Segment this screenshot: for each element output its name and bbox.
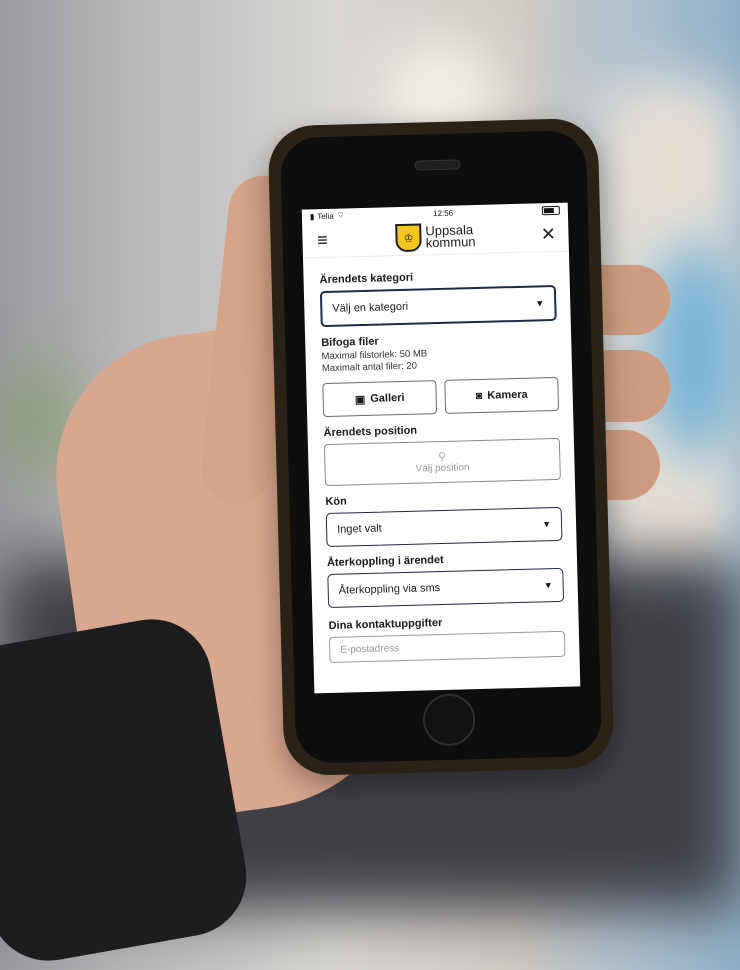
phone: ▮ Telia ⌔ 12:56 ≡ ♔ Uppsala kommun ✕ Äre… [267, 117, 615, 777]
position-placeholder: Välj position [415, 462, 470, 475]
camera-button-label: Kamera [487, 388, 528, 402]
gender-label: Kön [325, 495, 347, 509]
form: Ärendets kategori Välj en kategori ▼ Bif… [303, 252, 580, 664]
category-label: Ärendets kategori [319, 271, 414, 287]
caret-down-icon: ▼ [543, 580, 553, 591]
wifi-icon: ⌔ [336, 210, 345, 220]
logo: ♔ Uppsala kommun [395, 222, 476, 253]
email-placeholder: E-postadress [340, 642, 400, 656]
gender-value: Inget valt [336, 522, 382, 536]
feedback-value: Återkoppling via sms [338, 582, 441, 597]
email-field[interactable]: E-postadress [328, 630, 566, 663]
feedback-label: Återkoppling i ärendet [326, 553, 444, 570]
camera-icon: ◙ [475, 389, 483, 403]
camera-button[interactable]: ◙ Kamera [444, 376, 560, 414]
position-picker[interactable]: ⚲ Välj position [323, 437, 561, 487]
image-icon: ▣ [354, 393, 366, 406]
caret-down-icon: ▼ [535, 298, 545, 309]
close-icon[interactable]: ✕ [538, 223, 559, 245]
category-select[interactable]: Välj en kategori ▼ [319, 284, 557, 328]
status-time: 12:56 [432, 208, 454, 218]
crest-icon: ♔ [395, 223, 422, 253]
phone-bezel: ▮ Telia ⌔ 12:56 ≡ ♔ Uppsala kommun ✕ Äre… [279, 130, 603, 764]
speaker [414, 159, 461, 171]
location-pin-icon: ⚲ [438, 450, 447, 464]
caret-down-icon: ▼ [542, 519, 552, 530]
signal-icon: ▮ [309, 211, 315, 221]
gallery-button[interactable]: ▣ Galleri [322, 380, 438, 418]
contact-label: Dina kontaktuppgifter [328, 617, 443, 633]
logo-line2: kommun [425, 234, 476, 251]
gender-select[interactable]: Inget valt ▼ [325, 506, 563, 548]
carrier-name: Telia [317, 211, 334, 221]
battery-icon [541, 205, 560, 215]
home-button[interactable] [422, 693, 476, 747]
phone-screen: ▮ Telia ⌔ 12:56 ≡ ♔ Uppsala kommun ✕ Äre… [301, 202, 581, 694]
category-value: Välj en kategori [332, 300, 409, 315]
feedback-select[interactable]: Återkoppling via sms ▼ [327, 567, 565, 609]
menu-icon[interactable]: ≡ [312, 229, 333, 251]
position-label: Ärendets position [323, 424, 418, 440]
gallery-button-label: Galleri [370, 391, 405, 405]
